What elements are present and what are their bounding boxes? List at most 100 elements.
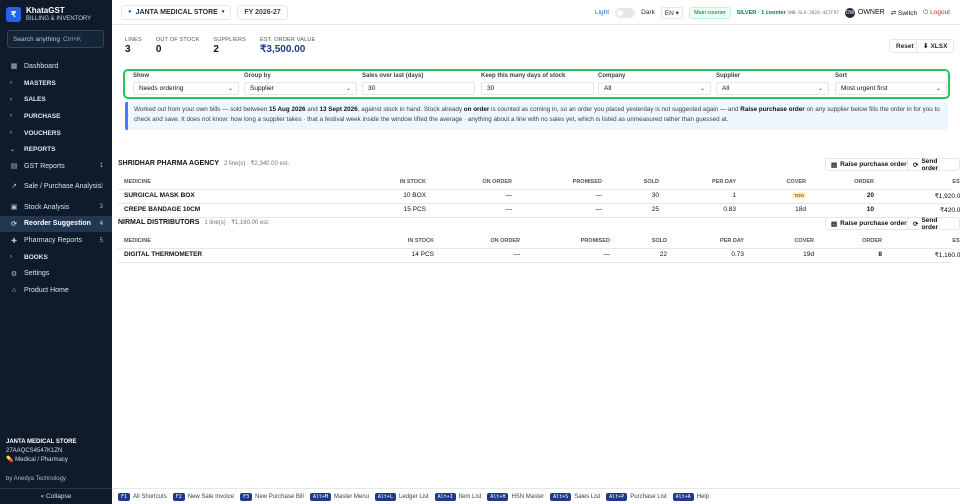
stat-label: SUPPLIERS xyxy=(213,37,247,43)
company-select[interactable]: All ⌄ xyxy=(598,82,711,95)
column-header-on-order: ON ORDER xyxy=(490,238,520,244)
sidebar-item-pharmacy-reports[interactable]: ✚ Pharmacy Reports 5 xyxy=(0,232,112,249)
supplier-select[interactable]: All ⌄ xyxy=(716,82,829,95)
raise-label: Raise purchase order xyxy=(840,220,907,227)
shop-dot-icon: ● xyxy=(128,9,132,15)
pharmacy-reports-icon: ✚ xyxy=(11,237,17,245)
send-order-button[interactable]: ⟳ Send order xyxy=(907,217,960,231)
cell-per-day: 0.73 xyxy=(731,251,744,258)
reorder-suggestion-icon: ⟳ xyxy=(11,220,17,228)
sidebar-item-gst-reports[interactable]: ▤ GST Reports 1 xyxy=(0,158,112,175)
sidebar-item-reorder-suggestion[interactable]: ⟳ Reorder Suggestion 4 xyxy=(0,215,112,233)
shortcut-purchase-list[interactable]: Alt+P Purchase List xyxy=(606,492,667,501)
show-select[interactable]: Needs ordering ⌄ xyxy=(133,82,239,95)
topbar: ● JANTA MEDICAL STORE ▾ FY 2026-27 Light… xyxy=(112,0,960,25)
shortcut-key: Alt+H xyxy=(487,492,509,501)
shortcut-key: Alt+I xyxy=(434,492,456,501)
rupee-logo-icon: ₹ xyxy=(6,7,21,22)
send-icon: ⟳ xyxy=(913,161,919,169)
sidebar-item-vouchers[interactable]: › VOUCHERS xyxy=(0,125,112,142)
sidebar-item-dashboard[interactable]: ▦ Dashboard xyxy=(0,58,112,75)
dark-label: Dark xyxy=(641,9,655,16)
sidebar-item-product-home[interactable]: ⌂ Product Home xyxy=(0,282,112,299)
sales-over-last-days-input[interactable]: 30 xyxy=(362,82,475,95)
shortcut-hsn-master[interactable]: Alt+H HSN Master xyxy=(487,492,544,501)
sidebar-item-purchase[interactable]: › PURCHASE xyxy=(0,108,112,125)
theme-toggle[interactable] xyxy=(615,7,636,18)
shortcut-sales-list[interactable]: Alt+S Sales List xyxy=(550,492,600,501)
cell-order: 10 xyxy=(866,206,874,213)
sidebar-item-masters[interactable]: › MASTERS xyxy=(0,75,112,92)
shortcut-key: Alt+S xyxy=(550,492,572,501)
cell-sold: 25 xyxy=(651,206,659,213)
shortcut-label: New Purchase Bill xyxy=(255,493,304,500)
cell-per-day: 1 xyxy=(732,192,736,199)
chevron-down-icon: ⌄ xyxy=(345,86,351,92)
column-header-in-stock: IN STOCK xyxy=(407,238,434,244)
column-header-sold: SOLD xyxy=(651,238,667,244)
send-order-button[interactable]: ⟳ Send order xyxy=(907,158,960,172)
shop-selector[interactable]: ● JANTA MEDICAL STORE ▾ xyxy=(121,4,232,20)
sidebar-item-stock-analysis[interactable]: ▣ Stock Analysis 3 xyxy=(0,199,112,216)
raise-label: Raise purchase order xyxy=(840,161,907,168)
stat-suppliers: SUPPLIERS 2 xyxy=(213,37,246,55)
fy-selector[interactable]: FY 2026-27 xyxy=(237,4,288,20)
group-by-select[interactable]: Supplier ⌄ xyxy=(244,82,357,95)
stat-value: 2 xyxy=(213,44,219,55)
filter-show: Show Needs ordering ⌄ xyxy=(133,73,239,95)
cell-medicine: CREPE BANDAGE 10CM xyxy=(124,206,201,213)
stat-out-of-stock: OUT OF STOCK 0 xyxy=(156,37,199,55)
shortcut-label: Ledger List xyxy=(398,493,429,500)
shortcut-master-menu[interactable]: Alt+M Master Menu xyxy=(309,492,369,501)
sidebar-item-label: Pharmacy Reports xyxy=(24,237,82,245)
collapse-button[interactable]: « Collapse xyxy=(0,488,112,504)
sidebar-item-reports[interactable]: ⌄ REPORTS xyxy=(0,141,112,158)
filter-value: Needs ordering xyxy=(139,85,184,92)
sidebar-item-label: Sale / Purchase Analysis xyxy=(24,182,102,190)
sidebar-item-sales[interactable]: › SALES xyxy=(0,91,112,108)
user-menu[interactable]: OW OWNER xyxy=(844,7,885,18)
switch-button[interactable]: ⇄ Switch xyxy=(891,9,917,17)
search-input[interactable]: Search anything Ctrl+K xyxy=(7,30,104,48)
logout-button[interactable]: ⏻ Logout xyxy=(923,9,950,17)
brand: ₹ KhataGST BILLING & INVENTORY xyxy=(6,6,91,23)
summary-stats: LINES 3 OUT OF STOCK 0 SUPPLIERS 2 EST. ORDER … xyxy=(125,37,315,55)
cell-sold: 30 xyxy=(651,192,659,199)
export-xlsx-button[interactable]: ⬇ XLSX xyxy=(916,39,955,53)
chevron-right-icon: › xyxy=(10,96,12,103)
language-selector[interactable]: EN ▾ xyxy=(660,6,683,19)
sidebar-item-settings[interactable]: ⚙ Settings xyxy=(0,266,112,283)
download-icon: ⬇ xyxy=(923,43,929,50)
shortcut-all-shortcuts[interactable]: F1 All Shortcuts xyxy=(118,492,167,501)
chevron-down-icon: ⌄ xyxy=(227,86,233,92)
shortcut-item-list[interactable]: Alt+I Item List xyxy=(434,492,481,501)
shortcut-label: Master Menu xyxy=(333,493,369,500)
app-name: KhataGST xyxy=(26,6,65,15)
filter-label: Keep this many days of stock xyxy=(481,73,566,79)
raise-purchase-order-button[interactable]: ▤ Raise purchase order xyxy=(825,217,913,230)
sidebar-item-label: Dashboard xyxy=(24,62,59,70)
stat-value: 0 xyxy=(155,44,162,55)
filter-supplier: Supplier All ⌄ xyxy=(716,73,829,95)
plan-label: SILVER · 1 counter xyxy=(736,9,786,16)
stat-value: ₹3,500.00 xyxy=(260,44,306,55)
raise-purchase-order-button[interactable]: ▤ Raise purchase order xyxy=(825,158,913,171)
sidebar-item-sale-purchase-analysis[interactable]: ↗ Sale / Purchase Analysis 2 xyxy=(0,175,112,199)
shortcut-new-purchase-bill[interactable]: F3 New Purchase Bill xyxy=(240,492,304,501)
keep-this-many-days-of-stock-input[interactable]: 30 xyxy=(481,82,594,95)
chevron-down-icon: ⌄ xyxy=(817,86,823,92)
supplier-meta: 1 line(s) · ₹1,160.00 est. xyxy=(204,220,270,226)
sort-select[interactable]: Most urgent first ⌄ xyxy=(835,82,947,95)
shop-info: JANTA MEDICAL STORE 27AAQCS4547K1ZN 💊 Me… xyxy=(6,438,76,465)
shortcut-help[interactable]: Alt+A Help xyxy=(672,492,709,501)
sidebar-item-books[interactable]: › BOOKS xyxy=(0,249,112,266)
column-header-per-day: PER DAY xyxy=(712,179,736,185)
shortcut-ledger-list[interactable]: Alt+L Ledger List xyxy=(374,492,429,501)
info-text-4: is counted as coming in, so an order you… xyxy=(489,106,741,113)
supplier-name: NIRMAL DISTRIBUTORS xyxy=(118,219,200,226)
column-header-order: ORDER xyxy=(862,238,882,244)
filter-label: Company xyxy=(598,73,626,79)
filter-value: 30 xyxy=(487,85,495,92)
shortcut-new-sale-invoice[interactable]: F2 New Sale Invoice xyxy=(172,492,234,501)
shortcut-label: Purchase List xyxy=(630,493,667,500)
